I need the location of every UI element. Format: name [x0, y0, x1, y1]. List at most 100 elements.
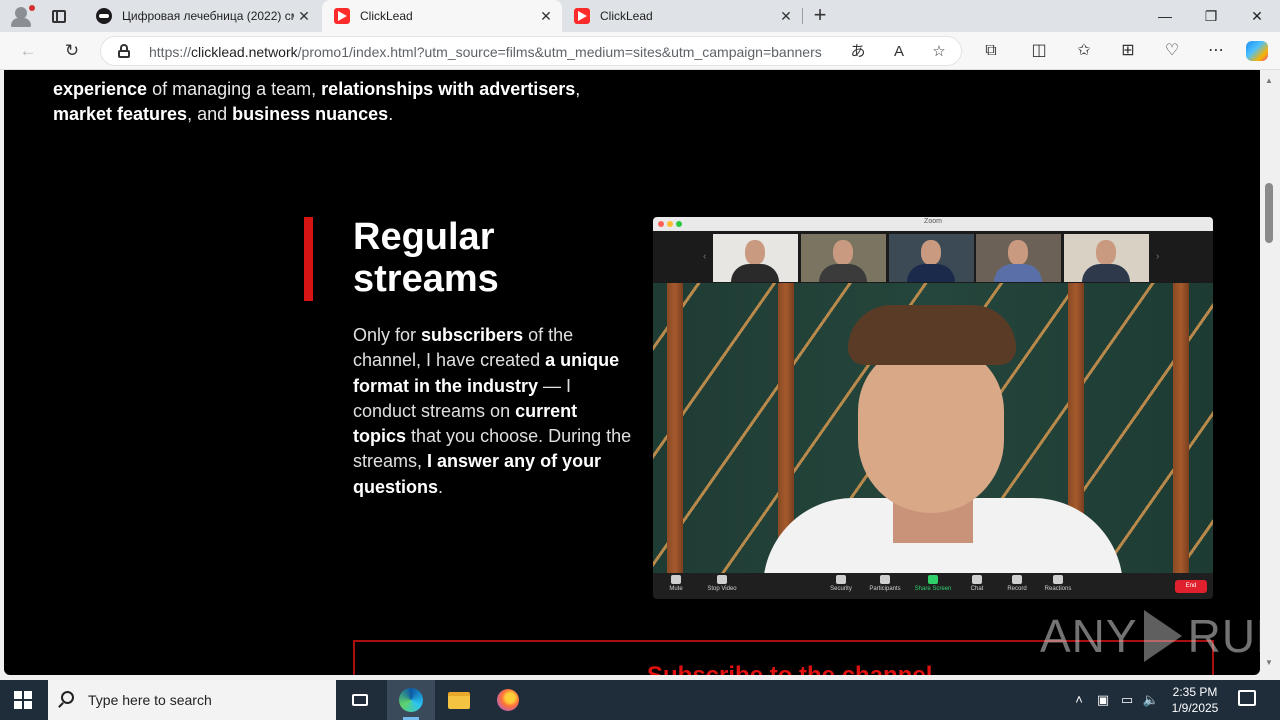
record-control: Record: [995, 575, 1039, 592]
end-meeting-button: End: [1175, 580, 1207, 593]
clock-date: 1/9/2025: [1171, 701, 1219, 715]
emphasis-text: market features: [53, 104, 188, 124]
mask-favicon-icon: [96, 8, 112, 24]
split-screen-icon[interactable]: ◫: [1027, 40, 1051, 62]
clicklead-favicon-icon: [334, 8, 350, 24]
section-accent-bar: [304, 217, 313, 301]
collections-icon[interactable]: ⊞: [1116, 40, 1140, 62]
restore-button[interactable]: ❐: [1188, 0, 1234, 32]
scroll-down-arrow-icon[interactable]: ▼: [1265, 658, 1273, 667]
back-button[interactable]: ←: [14, 38, 42, 64]
zoom-screenshot: Zoom ‹ › Mute Stop Video Security Partic…: [653, 217, 1213, 599]
tab-strip: Цифровая лечебница (2022) см ✕ ClickLead…: [0, 0, 1280, 32]
participant-thumb: [1064, 234, 1149, 282]
refresh-button[interactable]: ↻: [58, 38, 86, 64]
participants-control: Participants: [863, 575, 907, 592]
body-text: Only for: [353, 325, 422, 345]
search-icon: [61, 691, 74, 704]
profile-avatar-icon[interactable]: [8, 4, 35, 28]
navigation-bar: ← ↻ https://clicklead.network/promo1/ind…: [0, 32, 1280, 70]
tab-title: ClickLead: [360, 9, 413, 23]
vertical-scrollbar[interactable]: ▲ ▼: [1262, 70, 1276, 675]
share-screen-control: Share Screen: [911, 575, 955, 592]
reactions-control: Reactions: [1036, 575, 1080, 592]
tab-film[interactable]: Цифровая лечебница (2022) см ✕: [84, 0, 320, 32]
main-video-feed: [653, 283, 1213, 573]
translate-icon[interactable]: あ: [848, 42, 868, 62]
lock-icon[interactable]: [117, 44, 131, 58]
taskbar-clock[interactable]: 2:35 PM 1/9/2025: [1164, 684, 1226, 716]
more-menu-icon[interactable]: ⋯: [1204, 40, 1228, 62]
favorite-star-icon[interactable]: ☆: [929, 42, 949, 62]
file-explorer-icon[interactable]: [435, 680, 483, 720]
tray-device-icon[interactable]: ▣: [1094, 691, 1112, 709]
tab-title: ClickLead: [600, 9, 653, 23]
url-text[interactable]: https://clicklead.network/promo1/index.h…: [149, 44, 822, 60]
zoom-title: Zoom: [924, 218, 942, 225]
favorites-icon[interactable]: ✩: [1072, 40, 1096, 62]
body-text: ,: [575, 79, 581, 99]
watermark-left-text: ANY: [1040, 610, 1138, 662]
participant-thumb: [801, 234, 886, 282]
close-tab-icon[interactable]: ✕: [776, 8, 796, 25]
subscribe-label: Subscribe to the channel: [647, 662, 932, 675]
mute-control: Mute: [654, 575, 698, 592]
copilot-icon[interactable]: [1246, 41, 1268, 61]
emphasis-text: relationships with advertisers: [321, 79, 576, 99]
tab-title: Цифровая лечебница (2022) см: [122, 9, 294, 23]
volume-icon[interactable]: 🔈: [1142, 691, 1160, 709]
page-viewport: experience of managing a team, relations…: [0, 70, 1280, 680]
intro-line-1: experience of managing a team, relations…: [53, 77, 580, 102]
scroll-up-arrow-icon[interactable]: ▲: [1265, 76, 1273, 85]
chevron-right-icon: ›: [1156, 251, 1160, 262]
zoom-title-bar: Zoom: [653, 217, 1213, 231]
body-text: of managing a team,: [147, 79, 322, 99]
close-tab-icon[interactable]: ✕: [536, 8, 556, 25]
tray-chevron-up-icon[interactable]: ˄: [1070, 691, 1088, 709]
network-icon[interactable]: ▭: [1118, 691, 1136, 709]
chat-control: Chat: [955, 575, 999, 592]
new-tab-button[interactable]: +: [808, 4, 832, 28]
stop-video-control: Stop Video: [700, 575, 744, 592]
taskbar-search-box[interactable]: Type here to search: [48, 680, 336, 720]
scroll-thumb[interactable]: [1265, 183, 1273, 243]
extensions-icon[interactable]: ⧉: [979, 40, 1003, 62]
body-text: .: [438, 476, 444, 497]
participant-thumb: [713, 234, 798, 282]
browser-essentials-icon[interactable]: ♡: [1160, 40, 1184, 62]
body-text: , and: [187, 104, 233, 124]
windows-start-icon[interactable]: [14, 691, 32, 709]
search-placeholder: Type here to search: [88, 692, 212, 708]
close-tab-icon[interactable]: ✕: [294, 8, 314, 25]
zoom-controls: Mute Stop Video Security Participants Sh…: [653, 573, 1213, 599]
clicklead-page: experience of managing a team, relations…: [4, 70, 1260, 675]
notifications-icon[interactable]: [1238, 690, 1256, 706]
participant-thumb: [889, 234, 974, 282]
close-window-button[interactable]: ✕: [1234, 0, 1280, 32]
emphasis-text: business nuances: [232, 104, 389, 124]
security-control: Security: [819, 575, 863, 592]
clock-time: 2:35 PM: [1172, 685, 1218, 699]
address-bar[interactable]: https://clicklead.network/promo1/index.h…: [100, 36, 962, 66]
intro-line-2: market features, and business nuances.: [53, 102, 393, 127]
edge-taskbar-icon[interactable]: [387, 680, 435, 720]
read-aloud-icon[interactable]: A: [889, 42, 909, 62]
participant-thumbnails: ‹ ›: [653, 231, 1213, 283]
tab-clicklead[interactable]: ClickLead ✕: [562, 0, 802, 32]
minimize-button[interactable]: —: [1142, 0, 1188, 32]
emphasis-text: experience: [53, 79, 148, 99]
windows-taskbar: Type here to search ˄ ▣ ▭ 🔈 2:35 PM 1/9/…: [0, 680, 1280, 720]
tab-actions-icon[interactable]: [48, 6, 70, 26]
section-title: Regular streams: [353, 216, 499, 300]
body-text: .: [388, 104, 394, 124]
emphasis-text: subscribers: [421, 325, 524, 345]
watermark-right-text: RUN: [1187, 610, 1260, 662]
task-view-icon[interactable]: [336, 680, 384, 720]
chevron-left-icon: ‹: [703, 251, 707, 262]
firefox-icon[interactable]: [484, 680, 532, 720]
participant-thumb: [976, 234, 1061, 282]
tab-clicklead-active[interactable]: ClickLead ✕: [322, 0, 562, 32]
tab-separator: [802, 8, 803, 24]
section-body: Only for subscribers of the channel, I h…: [353, 323, 633, 500]
anyrun-watermark: ANY RUN: [1040, 606, 1260, 666]
